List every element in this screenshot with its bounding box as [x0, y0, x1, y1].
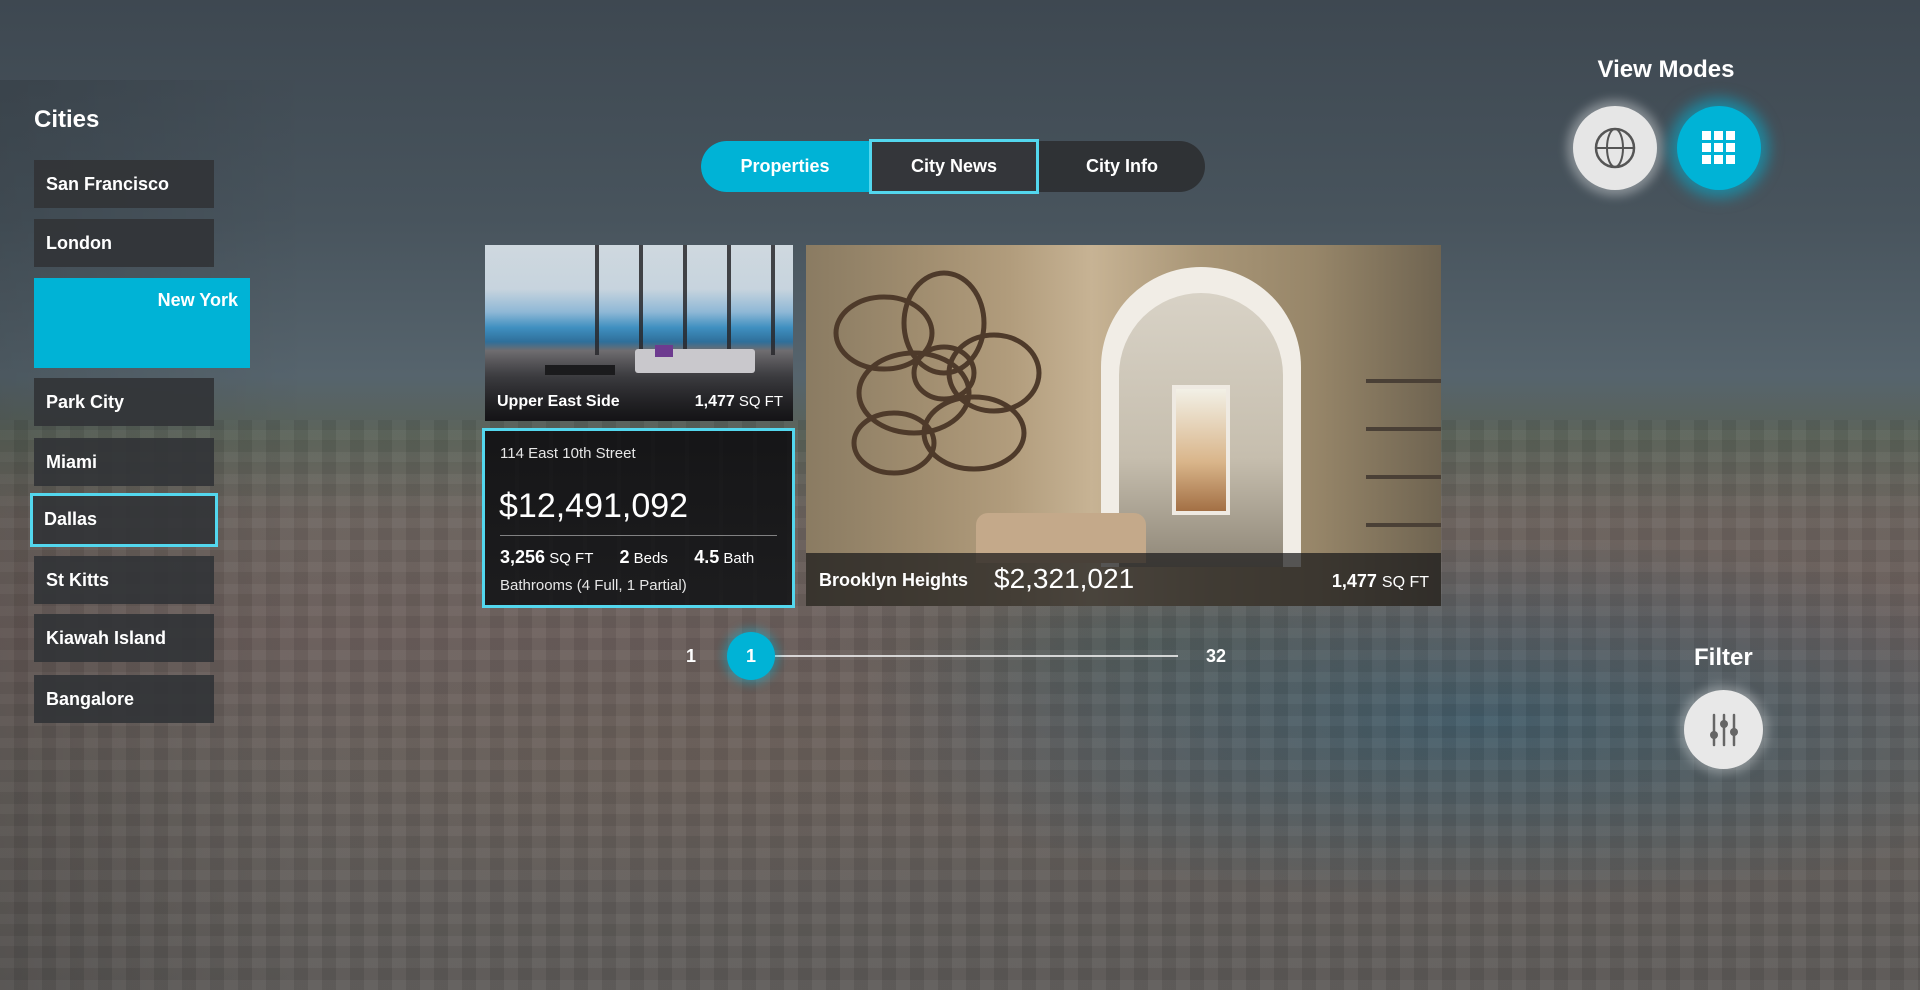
grid-icon [1702, 131, 1735, 164]
tab-city-news[interactable]: City News [869, 139, 1039, 194]
listing-price: $2,321,021 [994, 563, 1135, 594]
listing-detail-card[interactable]: 114 East 10th Street $12,491,092 3,256 S… [482, 428, 795, 608]
detail-beds-value: 2 [619, 547, 630, 567]
city-item-miami[interactable]: Miami [34, 438, 214, 486]
detail-sqft-unit: SQ FT [549, 550, 594, 567]
listing-address: 114 East 10th Street [500, 445, 636, 462]
listing-photo-sofa [635, 349, 755, 373]
city-item-st-kitts[interactable]: St Kitts [34, 556, 214, 604]
detail-baths-value: 4.5 [694, 547, 720, 567]
globe-icon [1594, 127, 1636, 169]
page-slider-track[interactable] [774, 655, 1178, 657]
listing-card-footer: Upper East Side 1,477 SQ FT [497, 393, 783, 411]
cities-title: Cities [34, 106, 100, 133]
city-item-dallas[interactable]: Dallas [30, 493, 218, 547]
listing-price: $12,491,092 [499, 487, 689, 525]
listing-sqft-value: 1,477 [694, 393, 735, 410]
page-total-label: 32 [1206, 646, 1227, 666]
city-item-san-francisco[interactable]: San Francisco [34, 160, 214, 208]
page-start-label: 1 [686, 646, 697, 666]
listing-photo-table [545, 365, 615, 375]
wall-art-image [833, 270, 1042, 476]
filter-title: Filter [1694, 644, 1753, 671]
listing-sqft-value: 1,477 [1331, 571, 1377, 591]
listing-photo-pillow [655, 345, 673, 357]
grid-view-button[interactable] [1677, 106, 1761, 190]
shelf-image [1366, 335, 1441, 535]
detail-divider [500, 535, 777, 536]
filter-button[interactable] [1684, 690, 1763, 769]
detail-beds-label: Beds [633, 550, 668, 567]
city-item-london[interactable]: London [34, 219, 214, 267]
listing-photo-windows [595, 245, 793, 355]
city-item-bangalore[interactable]: Bangalore [34, 675, 214, 723]
detail-baths-label: Bath [723, 550, 755, 567]
sliders-icon [1709, 713, 1738, 746]
listing-card-upper-east-side[interactable]: Upper East Side 1,477 SQ FT [485, 245, 793, 421]
listing-neighborhood: Upper East Side [497, 393, 620, 410]
listing-sqft-unit: SQ FT [738, 393, 783, 410]
listing-card-brooklyn-heights[interactable]: Brooklyn Heights $2,321,021 1,477 SQ FT [806, 245, 1441, 606]
city-item-kiawah-island[interactable]: Kiawah Island [34, 614, 214, 662]
listing-sqft: 1,477 SQ FT [695, 393, 783, 411]
listing-card-footer: Brooklyn Heights $2,321,021 1,477 SQ FT [806, 553, 1441, 606]
view-modes-title: View Modes [1597, 56, 1735, 83]
city-item-park-city[interactable]: Park City [34, 378, 214, 426]
tab-city-info[interactable]: City Info [1039, 141, 1205, 192]
doorway-window [1172, 385, 1230, 515]
globe-view-button[interactable] [1573, 106, 1657, 190]
listing-bathrooms-note: Bathrooms (4 Full, 1 Partial) [500, 577, 687, 594]
listing-sqft: 1,477 SQ FT [1332, 571, 1429, 592]
tab-properties[interactable]: Properties [701, 141, 869, 192]
listing-neighborhood: Brooklyn Heights [819, 570, 969, 590]
listing-sqft-unit: SQ FT [1381, 574, 1429, 591]
page-slider-knob[interactable]: 1 [727, 632, 775, 680]
listing-stats: 3,256 SQ FT 2 Beds 4.5 Bath [500, 547, 754, 568]
section-tabs: Properties City News City Info [701, 139, 1205, 194]
city-item-new-york[interactable]: New York [34, 278, 250, 368]
detail-sqft-value: 3,256 [500, 547, 546, 567]
